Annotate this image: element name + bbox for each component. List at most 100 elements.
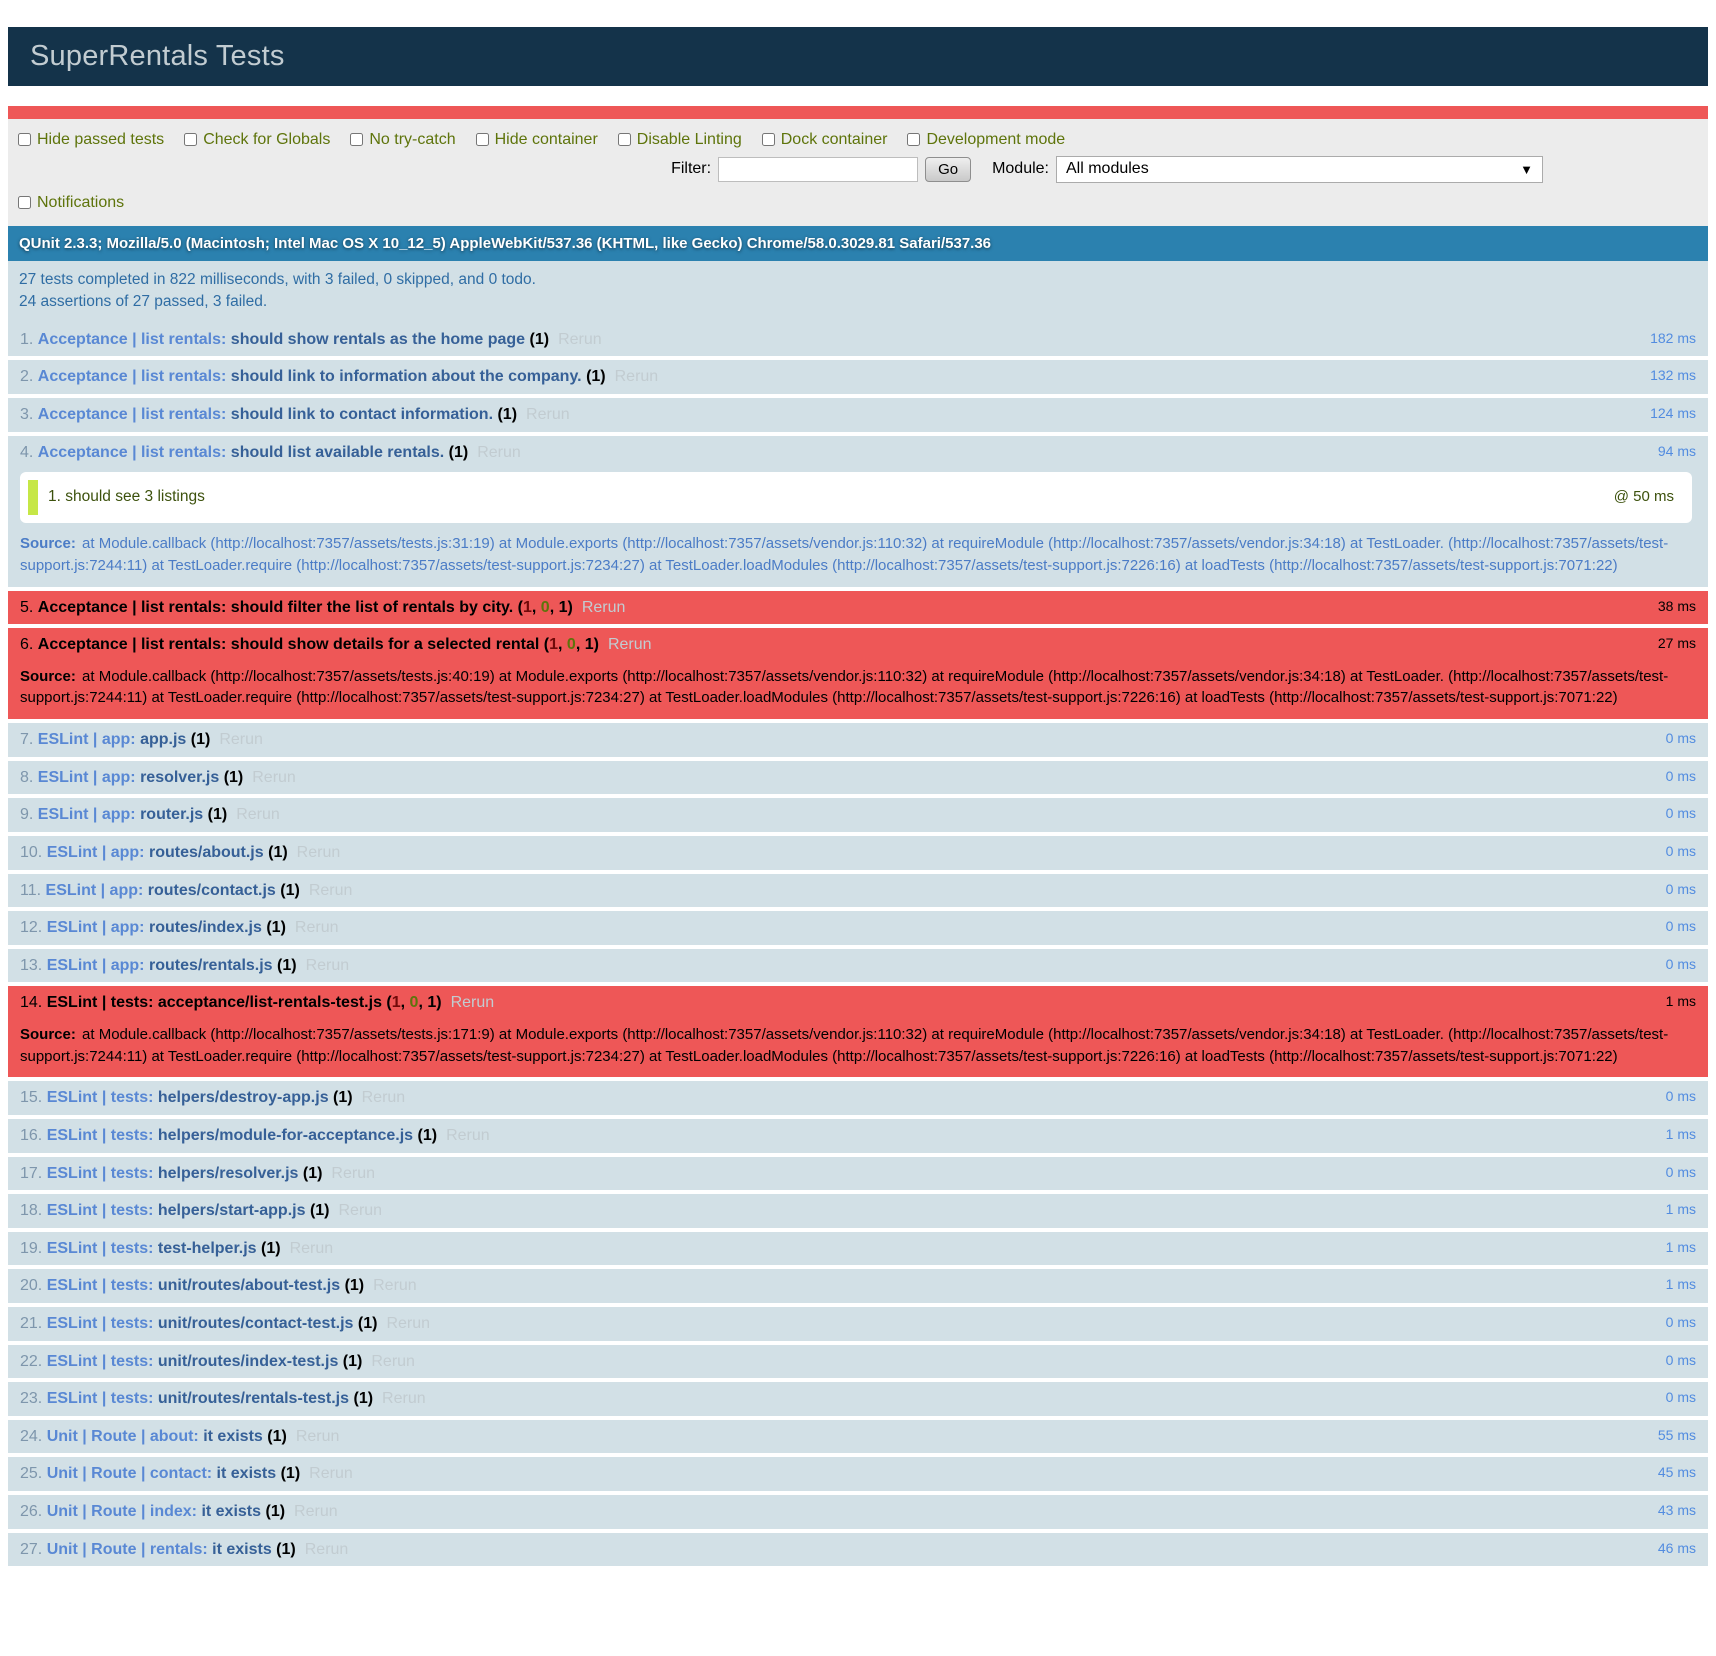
toolbar-checkbox-label[interactable]: Hide container <box>476 131 598 149</box>
test-module-name[interactable]: Acceptance | list rentals: <box>38 368 227 385</box>
test-module-name[interactable]: ESLint | tests: <box>47 1089 154 1106</box>
test-module-name[interactable]: ESLint | tests: <box>47 1390 154 1407</box>
test-module-name[interactable]: ESLint | tests: <box>47 1353 154 1370</box>
rerun-link[interactable]: Rerun <box>373 1390 426 1407</box>
toolbar-checkbox-label[interactable]: Check for Globals <box>184 131 330 149</box>
test-module-name[interactable]: ESLint | app: <box>38 769 136 786</box>
test-module-name[interactable]: ESLint | tests: <box>47 1240 154 1257</box>
test-name[interactable]: should show rentals as the home page <box>231 331 525 348</box>
test-name[interactable]: unit/routes/about-test.js <box>158 1277 340 1294</box>
toolbar-checkbox-label[interactable]: Disable Linting <box>618 131 742 149</box>
test-name[interactable]: should list available rentals. <box>231 444 444 461</box>
test-module-name[interactable]: Acceptance | list rentals: <box>38 636 227 653</box>
test-module-name[interactable]: Acceptance | list rentals: <box>38 444 227 461</box>
test-name[interactable]: helpers/resolver.js <box>158 1165 299 1182</box>
test-name[interactable]: helpers/start-app.js <box>158 1202 306 1219</box>
test-name[interactable]: app.js <box>140 731 186 748</box>
toolbar-checkbox-label[interactable]: No try-catch <box>350 131 455 149</box>
test-module-name[interactable]: ESLint | tests: <box>47 1315 154 1332</box>
go-button[interactable]: Go <box>925 157 971 182</box>
rerun-link[interactable]: Rerun <box>227 806 280 823</box>
test-name[interactable]: router.js <box>140 806 203 823</box>
toolbar-checkbox[interactable] <box>184 133 197 146</box>
test-module-name[interactable]: Unit | Route | index: <box>47 1503 197 1520</box>
test-module-name[interactable]: ESLint | tests: <box>47 1165 154 1182</box>
test-name[interactable]: routes/contact.js <box>148 882 276 899</box>
test-module-name[interactable]: ESLint | app: <box>38 731 136 748</box>
rerun-link[interactable]: Rerun <box>243 769 296 786</box>
test-name[interactable]: test-helper.js <box>158 1240 257 1257</box>
toolbar-checkbox-label[interactable]: Dock container <box>762 131 888 149</box>
rerun-link[interactable]: Rerun <box>606 368 659 385</box>
toolbar-checkbox-label[interactable]: Hide passed tests <box>18 131 164 149</box>
test-name[interactable]: helpers/module-for-acceptance.js <box>158 1127 413 1144</box>
test-module-name[interactable]: Acceptance | list rentals: <box>38 599 227 616</box>
test-name[interactable]: routes/about.js <box>149 844 264 861</box>
rerun-link[interactable]: Rerun <box>599 636 652 653</box>
test-name[interactable]: routes/rentals.js <box>149 957 273 974</box>
test-name[interactable]: should filter the list of rentals by cit… <box>231 599 513 616</box>
filter-input[interactable] <box>718 157 918 182</box>
toolbar-checkbox[interactable] <box>18 133 31 146</box>
rerun-link[interactable]: Rerun <box>353 1089 406 1106</box>
test-name[interactable]: routes/index.js <box>149 919 262 936</box>
toolbar-checkbox[interactable] <box>618 133 631 146</box>
rerun-link[interactable]: Rerun <box>285 1503 338 1520</box>
test-module-name[interactable]: Acceptance | list rentals: <box>38 331 227 348</box>
test-module-name[interactable]: ESLint | tests: <box>47 994 154 1011</box>
test-module-name[interactable]: Unit | Route | rentals: <box>47 1541 208 1558</box>
rerun-link[interactable]: Rerun <box>210 731 263 748</box>
test-name[interactable]: should link to information about the com… <box>231 368 582 385</box>
notifications-checkbox[interactable] <box>18 196 31 209</box>
test-name[interactable]: should link to contact information. <box>231 406 493 423</box>
test-module-name[interactable]: ESLint | tests: <box>47 1202 154 1219</box>
rerun-link[interactable]: Rerun <box>377 1315 430 1332</box>
rerun-link[interactable]: Rerun <box>330 1202 383 1219</box>
rerun-link[interactable]: Rerun <box>322 1165 375 1182</box>
test-name[interactable]: resolver.js <box>140 769 219 786</box>
test-name[interactable]: it exists <box>212 1541 272 1558</box>
test-module-name[interactable]: ESLint | app: <box>47 919 145 936</box>
rerun-link[interactable]: Rerun <box>288 844 341 861</box>
test-name[interactable]: it exists <box>203 1428 263 1445</box>
test-module-name[interactable]: ESLint | tests: <box>47 1127 154 1144</box>
test-module-name[interactable]: Unit | Route | about: <box>47 1428 199 1445</box>
module-select[interactable]: All modules ▼ <box>1056 156 1543 183</box>
test-module-name[interactable]: ESLint | app: <box>38 806 136 823</box>
rerun-link[interactable]: Rerun <box>437 1127 490 1144</box>
rerun-link[interactable]: Rerun <box>297 957 350 974</box>
rerun-link[interactable]: Rerun <box>296 1541 349 1558</box>
test-name[interactable]: should show details for a selected renta… <box>231 636 540 653</box>
rerun-link[interactable]: Rerun <box>573 599 626 616</box>
rerun-link[interactable]: Rerun <box>287 1428 340 1445</box>
test-name[interactable]: it exists <box>217 1465 277 1482</box>
rerun-link[interactable]: Rerun <box>281 1240 334 1257</box>
test-module-name[interactable]: Unit | Route | contact: <box>47 1465 212 1482</box>
test-name[interactable]: it exists <box>201 1503 261 1520</box>
rerun-link[interactable]: Rerun <box>362 1353 415 1370</box>
test-module-name[interactable]: ESLint | app: <box>47 844 145 861</box>
toolbar-checkbox-label[interactable]: Development mode <box>907 131 1065 149</box>
test-name[interactable]: unit/routes/index-test.js <box>158 1353 338 1370</box>
rerun-link[interactable]: Rerun <box>517 406 570 423</box>
test-name[interactable]: unit/routes/contact-test.js <box>158 1315 354 1332</box>
toolbar-checkbox[interactable] <box>762 133 775 146</box>
rerun-link[interactable]: Rerun <box>549 331 602 348</box>
test-name[interactable]: acceptance/list-rentals-test.js <box>158 994 382 1011</box>
test-module-name[interactable]: ESLint | app: <box>46 882 144 899</box>
test-module-name[interactable]: ESLint | tests: <box>47 1277 154 1294</box>
test-module-name[interactable]: ESLint | app: <box>47 957 145 974</box>
rerun-link[interactable]: Rerun <box>286 919 339 936</box>
test-name[interactable]: helpers/destroy-app.js <box>158 1089 329 1106</box>
test-name[interactable]: unit/routes/rentals-test.js <box>158 1390 349 1407</box>
toolbar-checkbox[interactable] <box>907 133 920 146</box>
rerun-link[interactable]: Rerun <box>468 444 521 461</box>
rerun-link[interactable]: Rerun <box>442 994 495 1011</box>
rerun-link[interactable]: Rerun <box>300 1465 353 1482</box>
rerun-link[interactable]: Rerun <box>300 882 353 899</box>
test-module-name[interactable]: Acceptance | list rentals: <box>38 406 227 423</box>
toolbar-checkbox[interactable] <box>476 133 489 146</box>
notifications-checkbox-label[interactable]: Notifications <box>18 194 124 212</box>
rerun-link[interactable]: Rerun <box>364 1277 417 1294</box>
toolbar-checkbox[interactable] <box>350 133 363 146</box>
